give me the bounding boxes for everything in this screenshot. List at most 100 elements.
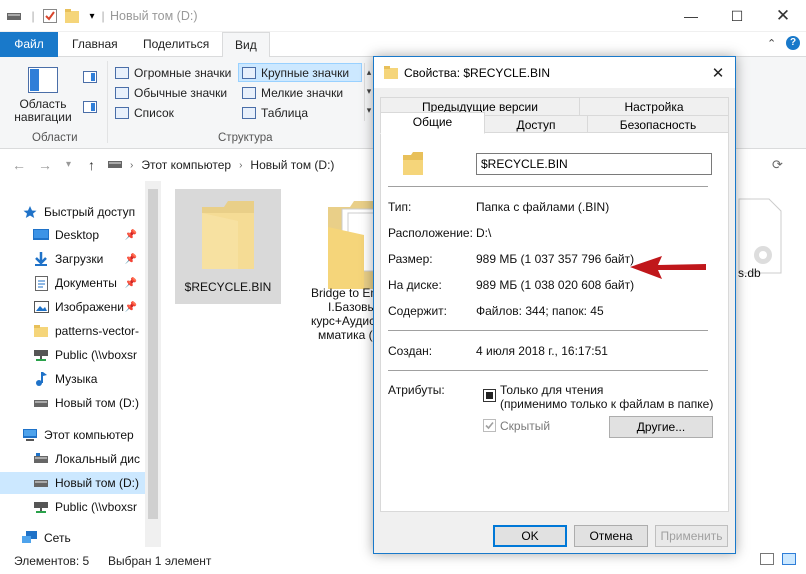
nav-item-public-share-2[interactable]: Public (\\vboxsr (0, 496, 145, 518)
nav-label: patterns-vector- (55, 324, 140, 338)
nav-item-documents[interactable]: Документы 📌 (0, 272, 145, 294)
tab-share[interactable]: Поделиться (131, 32, 221, 57)
nav-label: Public (\\vboxsr (55, 500, 138, 514)
layout-small-icons[interactable]: Мелкие значки (242, 83, 343, 102)
file-item-recycle-bin[interactable]: $RECYCLE.BIN (175, 189, 281, 304)
help-icon[interactable]: ? (786, 36, 800, 50)
properties-dialog: Свойства: $RECYCLE.BIN ✕ Предыдущие верс… (373, 56, 736, 554)
documents-icon (33, 275, 49, 291)
details-view-icon[interactable] (760, 553, 774, 565)
dialog-title: Свойства: $RECYCLE.BIN (404, 66, 551, 80)
drive-icon (33, 476, 49, 490)
separator (388, 370, 708, 371)
tab-file[interactable]: Файл (0, 32, 58, 57)
new-folder-icon[interactable] (64, 8, 80, 24)
nav-item-drive-d-quick[interactable]: Новый том (D:) (0, 392, 145, 414)
separator: | (31, 9, 35, 23)
pin-icon[interactable]: 📌 (125, 230, 137, 241)
folder-icon (33, 324, 49, 338)
large-icons-view-icon[interactable] (782, 553, 796, 565)
nav-item-quick-access[interactable]: Быстрый доступ (0, 201, 145, 223)
status-item-count: Элементов: 5 (14, 554, 90, 568)
nav-label: Музыка (55, 372, 98, 386)
back-icon[interactable]: ← (12, 157, 26, 173)
tab-general[interactable]: Общие (380, 112, 485, 134)
pin-icon[interactable]: 📌 (125, 278, 137, 289)
layout-details[interactable]: Таблица (242, 103, 308, 122)
nav-label: Новый том (D:) (55, 476, 139, 490)
desktop-icon (33, 228, 49, 242)
group-label-structure: Структура (218, 132, 273, 144)
nav-item-music[interactable]: Музыка (0, 368, 145, 390)
nav-item-downloads[interactable]: Загрузки 📌 (0, 248, 145, 270)
nav-label: Сеть (44, 531, 71, 545)
drive-icon (6, 8, 22, 24)
minimize-icon[interactable]: — (668, 0, 714, 32)
separator (388, 186, 708, 187)
navigation-pane-icon[interactable] (28, 67, 58, 96)
checkbox-indeterminate-mark (486, 392, 493, 399)
properties-check-icon[interactable] (42, 8, 58, 24)
group-label-areas: Области (32, 132, 78, 144)
layout-huge-icons[interactable]: Огромные значки (115, 63, 231, 82)
red-arrow-annotation (630, 256, 706, 279)
tab-customize[interactable]: Настройка (579, 97, 729, 117)
recent-locations-icon[interactable]: ▾ (66, 159, 71, 170)
folder-name-field[interactable]: $RECYCLE.BIN (476, 153, 712, 175)
prop-type-label: Тип: (388, 200, 412, 214)
network-drive-icon (33, 348, 49, 362)
nav-item-pictures[interactable]: Изображени 📌 (0, 296, 145, 318)
music-icon (33, 372, 49, 386)
file-item-thumbs-db[interactable]: s.db (727, 189, 806, 299)
layout-label: Крупные значки (261, 65, 350, 80)
collapse-ribbon-icon[interactable]: ⌃ (767, 37, 776, 50)
apply-button[interactable]: Применить (655, 525, 728, 547)
prop-contains-value: Файлов: 344; папок: 45 (476, 304, 604, 318)
prop-location-value: D:\ (476, 226, 492, 240)
pin-icon[interactable]: 📌 (125, 254, 137, 265)
nav-label: Документы (55, 276, 117, 290)
layout-list[interactable]: Список (115, 103, 174, 122)
layout-medium-icons[interactable]: Обычные значки (115, 83, 227, 102)
ok-button[interactable]: OK (493, 525, 567, 547)
drive-icon (33, 396, 49, 410)
tab-view[interactable]: Вид (222, 32, 270, 58)
close-icon[interactable]: ✕ (760, 0, 806, 32)
hidden-checkbox[interactable] (483, 419, 496, 432)
nav-item-drive-d[interactable]: Новый том (D:) (0, 472, 145, 494)
customize-toolbar-icon[interactable]: ▾ (86, 8, 98, 24)
network-drive-icon (33, 500, 49, 514)
tab-home[interactable]: Главная (60, 32, 130, 57)
breadcrumb-this-pc[interactable]: Этот компьютер (141, 158, 231, 172)
layout-scroll-icon[interactable]: ▴ ▾ ▾ (364, 63, 373, 121)
refresh-icon[interactable]: ⟳ (772, 157, 783, 173)
nav-item-network[interactable]: Сеть (0, 527, 145, 547)
nav-item-local-disk[interactable]: Локальный дис (0, 448, 145, 470)
advanced-button[interactable]: Другие... (609, 416, 713, 438)
forward-icon[interactable]: → (38, 157, 52, 173)
maximize-icon[interactable]: ☐ (714, 0, 760, 32)
nav-item-patterns[interactable]: patterns-vector- (0, 320, 145, 342)
cancel-button[interactable]: Отмена (574, 525, 648, 547)
nav-label: Этот компьютер (44, 428, 134, 442)
layout-large-icons[interactable]: Крупные значки (238, 63, 362, 82)
readonly-checkbox[interactable] (483, 389, 496, 402)
breadcrumb-drive-d[interactable]: Новый том (D:) (250, 158, 334, 172)
prop-created-label: Создан: (388, 344, 433, 358)
general-tab-panel (380, 132, 729, 512)
separator (388, 330, 708, 331)
prop-type-value: Папка с файлами (.BIN) (476, 200, 610, 214)
preview-pane-icon[interactable] (83, 71, 97, 86)
details-pane-icon[interactable] (83, 101, 97, 116)
navigation-pane-button[interactable]: Область навигации (10, 98, 76, 124)
star-icon (22, 205, 38, 219)
pin-icon[interactable]: 📌 (125, 302, 137, 313)
dialog-close-icon[interactable]: ✕ (701, 57, 735, 88)
scrollbar-thumb[interactable] (148, 189, 158, 519)
up-icon[interactable]: ↑ (88, 157, 95, 173)
nav-item-desktop[interactable]: Desktop 📌 (0, 224, 145, 246)
nav-label: Загрузки (55, 252, 104, 266)
nav-item-this-pc[interactable]: Этот компьютер (0, 424, 145, 446)
nav-item-public-share[interactable]: Public (\\vboxsr (0, 344, 145, 366)
nav-pane-scrollbar[interactable] (145, 181, 161, 547)
